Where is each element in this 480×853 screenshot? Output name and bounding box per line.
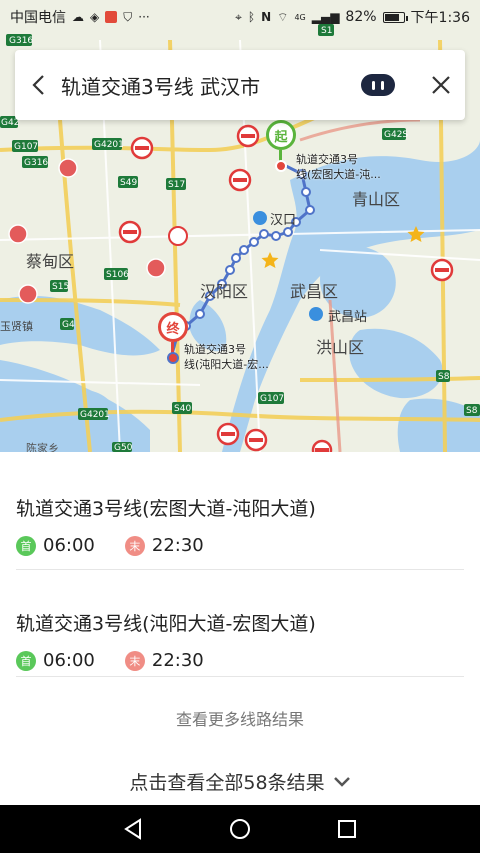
voice-assistant-button[interactable] [361, 74, 395, 96]
last-train-time: 22:30 [151, 650, 204, 671]
notification-icon: ◈ [90, 10, 100, 24]
svg-text:G4201: G4201 [94, 140, 124, 150]
more-notifications-icon: ··· [138, 10, 150, 24]
svg-text:G4: G4 [62, 320, 75, 330]
start-marker[interactable]: 起 [266, 120, 296, 172]
result-title: 轨道交通3号线(宏图大道-沌阳大道) [16, 498, 316, 520]
svg-text:G42S: G42S [384, 130, 408, 140]
end-badge: 终 [166, 321, 180, 337]
divider [16, 676, 464, 677]
location-icon: ⌖ [235, 9, 242, 24]
view-all-label: 点击查看全部58条结果 [129, 772, 325, 794]
svg-text:G50: G50 [114, 443, 133, 452]
back-triangle-icon [124, 818, 142, 840]
map-label-wuchang-station: 武昌站 [328, 310, 368, 325]
home-circle-icon [229, 819, 250, 839]
shield-icon: ⛉ [123, 9, 133, 24]
clock: 下午1:36 [410, 10, 470, 26]
status-bar: 中国电信 ☁ ◈ ⛉ ··· ⌖ ᛒ N ⌔ 4G ▂▄▆ 82% 下午1:36 [0, 0, 480, 34]
map-label-hankou-station: 汉口 [270, 213, 297, 228]
view-all-results-button[interactable]: 点击查看全部58条结果 [0, 768, 480, 795]
svg-text:G316: G316 [9, 36, 33, 46]
svg-text:S40: S40 [174, 404, 191, 414]
battery-icon [382, 11, 408, 23]
recents-square-icon [337, 820, 356, 838]
first-train-badge: 首 [16, 535, 36, 556]
wifi-icon: ⌔ [277, 9, 289, 24]
chevron-down-icon [333, 776, 350, 787]
first-train-time: 06:00 [43, 650, 95, 671]
map-label-village: 陈家乡 [26, 442, 59, 452]
signal-icon: ▂▄▆ [311, 10, 340, 24]
map-label-caidian: 蔡甸区 [26, 252, 75, 271]
battery-percent: 82% [345, 9, 377, 25]
result-title: 轨道交通3号线(沌阳大道-宏图大道) [16, 613, 316, 635]
svg-text:S17: S17 [168, 180, 185, 190]
search-query-title[interactable]: 轨道交通3号线 武汉市 [61, 71, 361, 100]
system-nav-bar [0, 805, 480, 853]
more-routes-link[interactable]: 查看更多线路结果 [0, 706, 480, 730]
close-button[interactable] [417, 50, 465, 120]
back-button[interactable] [15, 50, 61, 120]
divider [16, 569, 464, 570]
first-train-time: 06:00 [43, 535, 95, 556]
bluetooth-icon: ᛒ [247, 10, 256, 24]
svg-text:S15: S15 [52, 282, 69, 292]
first-train-badge: 首 [16, 650, 36, 671]
search-header: 轨道交通3号线 武汉市 [15, 50, 465, 120]
carrier-name: 中国电信 [10, 10, 66, 26]
svg-text:S8: S8 [438, 372, 450, 382]
svg-text:S106: S106 [106, 270, 129, 280]
nav-recents-button[interactable] [329, 811, 365, 847]
map-label-hanyang: 汉阳区 [200, 282, 249, 301]
last-train-time: 22:30 [151, 535, 204, 556]
signal-type: 4G [294, 12, 306, 22]
last-train-badge: 末 [124, 535, 145, 556]
result-item[interactable]: 轨道交通3号线(沌阳大道-宏图大道) 首 06:00 末 22:30 [16, 609, 464, 671]
svg-text:S49: S49 [120, 178, 137, 188]
map-label-hongshan: 洪山区 [316, 338, 365, 357]
map-label-qingshan: 青山区 [352, 190, 401, 209]
svg-text:S8: S8 [466, 406, 478, 416]
last-train-badge: 末 [124, 650, 145, 671]
start-label: 轨道交通3号 线(宏图大道-沌... [296, 153, 381, 181]
result-times: 首 06:00 末 22:30 [16, 535, 464, 556]
robot-icon [372, 80, 375, 90]
close-icon [432, 76, 450, 94]
map-label-wuchang: 武昌区 [290, 282, 339, 301]
result-item[interactable]: 轨道交通3号线(宏图大道-沌阳大道) 首 06:00 末 22:30 [16, 494, 464, 556]
chevron-left-icon [32, 75, 44, 95]
results-panel: 轨道交通3号线(宏图大道-沌阳大道) 首 06:00 末 22:30 轨道交通3… [0, 452, 480, 805]
nav-home-button[interactable] [222, 811, 258, 847]
nfc-icon: N [261, 10, 272, 24]
result-times: 首 06:00 末 22:30 [16, 650, 464, 671]
end-label: 轨道交通3号 线(沌阳大道-宏... [184, 343, 269, 371]
nav-back-button[interactable] [115, 811, 151, 847]
cloud-icon: ☁ [72, 10, 84, 24]
robot-eye [381, 80, 384, 90]
svg-text:G4201: G4201 [80, 410, 110, 420]
svg-text:G316: G316 [24, 158, 48, 168]
map-label-town: 玉贤镇 [0, 320, 33, 333]
svg-text:G107: G107 [14, 142, 38, 152]
app-icon [105, 11, 118, 23]
start-badge: 起 [274, 129, 288, 145]
svg-text:G107: G107 [260, 394, 284, 404]
